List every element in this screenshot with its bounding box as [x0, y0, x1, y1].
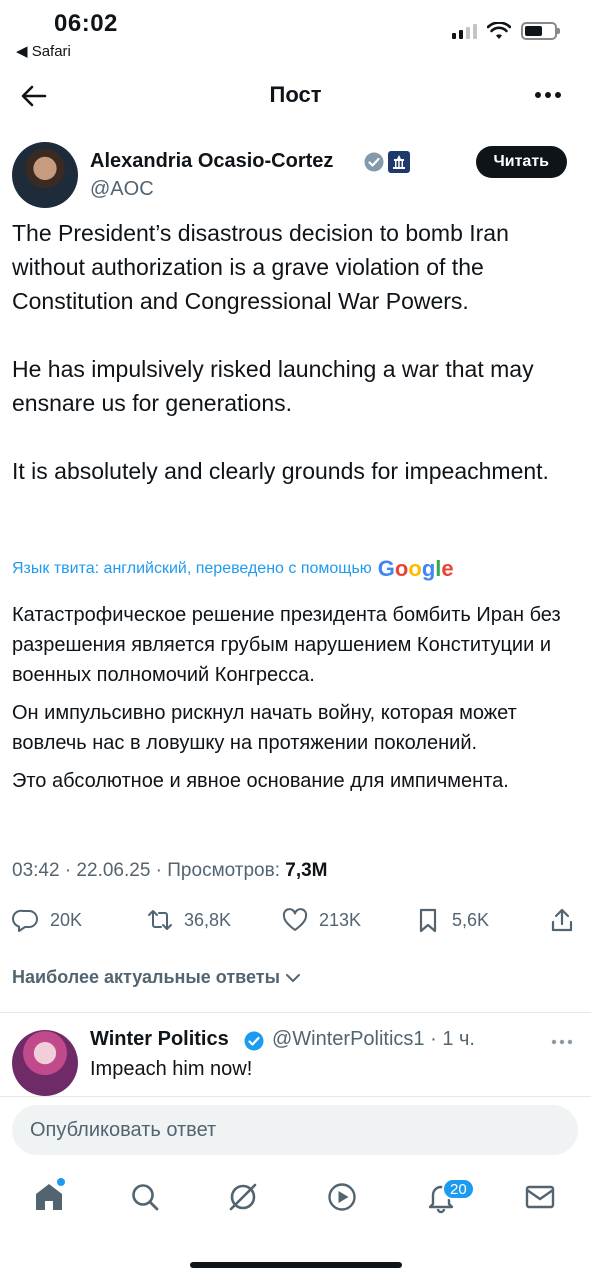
translated-paragraph: Он импульсивно рискнул начать войну, кот… [12, 702, 517, 754]
unread-dot [57, 1178, 65, 1186]
share-icon [551, 908, 573, 932]
replies-sort-label: Наиболее актуальные ответы [12, 967, 280, 987]
search-icon[interactable] [128, 1180, 162, 1214]
replies-sort-dropdown[interactable]: Наиболее актуальные ответы [12, 967, 302, 988]
reply-count: 20K [50, 909, 83, 930]
divider [0, 1012, 591, 1013]
reply-author-name[interactable]: Winter Politics [90, 1028, 229, 1051]
action-bar: 20K 36,8K 213K 5,6K [0, 902, 591, 942]
tweet-timestamp: 03:42 · 22.06.25 · Просмотров: [12, 860, 286, 881]
battery-icon [521, 22, 560, 40]
bookmark-count: 5,6K [452, 909, 490, 930]
more-options-icon[interactable] [533, 82, 563, 108]
top-bar: Пост [0, 70, 591, 122]
tweet-meta: 03:42 · 22.06.25 · Просмотров: 7,3M [12, 860, 328, 882]
like-count: 213K [319, 909, 362, 930]
tweet-author: Alexandria Ocasio-Cortez @AOC Читать [0, 142, 591, 212]
reply-avatar[interactable] [12, 1030, 78, 1096]
mail-icon[interactable] [523, 1180, 557, 1214]
view-count[interactable]: 7,3M [285, 860, 327, 881]
verified-badge-icon [244, 1031, 264, 1051]
share-button[interactable] [548, 906, 576, 934]
translation-note[interactable]: Язык твита: английский, переведено с пом… [12, 556, 582, 582]
author-name[interactable]: Alexandria Ocasio-Cortez [90, 150, 333, 173]
translation-note-text: Язык твита: английский, переведено с пом… [12, 560, 372, 577]
cellular-signal-icon [452, 23, 477, 39]
translated-paragraph: Это абсолютное и явное основание для имп… [12, 770, 509, 792]
author-avatar[interactable] [12, 142, 78, 208]
video-icon[interactable] [325, 1180, 359, 1214]
notifications-badge: 20 [442, 1178, 475, 1200]
author-handle[interactable]: @AOC [90, 178, 154, 201]
more-options-icon[interactable] [549, 1032, 575, 1052]
status-icons [452, 22, 560, 40]
tweet-text: The President’s disastrous decision to b… [12, 216, 582, 522]
tweet-paragraph: He has impulsively risked launching a wa… [12, 356, 534, 416]
repost-icon [148, 910, 172, 930]
chevron-down-icon [285, 973, 300, 982]
divider [0, 1096, 591, 1097]
reply-item[interactable]: Winter Politics @WinterPolitics1 · 1 ч. … [0, 1026, 591, 1096]
bookmark-icon [419, 908, 437, 933]
reply-text: Impeach him now! [90, 1058, 253, 1080]
translated-text: Катастрофическое решение президента бомб… [12, 600, 582, 804]
repost-button[interactable]: 36,8K [146, 906, 231, 934]
heart-icon [282, 908, 308, 931]
reply-author-handle: @WinterPolitics1 · 1 ч. [272, 1028, 475, 1050]
bottom-tab-bar [0, 1168, 591, 1228]
grok-icon[interactable] [226, 1180, 260, 1214]
status-bar: 06:02 ◀ Safari [0, 0, 591, 70]
follow-button[interactable]: Читать [475, 146, 567, 178]
reply-button[interactable]: 20K [12, 906, 82, 934]
tweet-paragraph: The President’s disastrous decision to b… [12, 220, 509, 314]
home-indicator [190, 1262, 402, 1268]
page-title: Пост [269, 82, 322, 107]
bookmark-button[interactable]: 5,6K [414, 906, 489, 934]
verified-badge-icon [364, 152, 384, 172]
translated-paragraph: Катастрофическое решение президента бомб… [12, 604, 561, 686]
reply-input[interactable]: Опубликовать ответ [12, 1105, 578, 1155]
government-affiliation-icon [388, 151, 410, 173]
repost-count: 36,8K [184, 909, 232, 930]
google-logo: Google [377, 556, 454, 581]
reply-icon [12, 909, 38, 932]
back-to-safari-link[interactable]: ◀ Safari [16, 42, 71, 60]
status-time: 06:02 [54, 10, 118, 37]
wifi-icon [487, 22, 511, 39]
tweet-paragraph: It is absolutely and clearly grounds for… [12, 458, 549, 484]
like-button[interactable]: 213K [281, 906, 361, 934]
